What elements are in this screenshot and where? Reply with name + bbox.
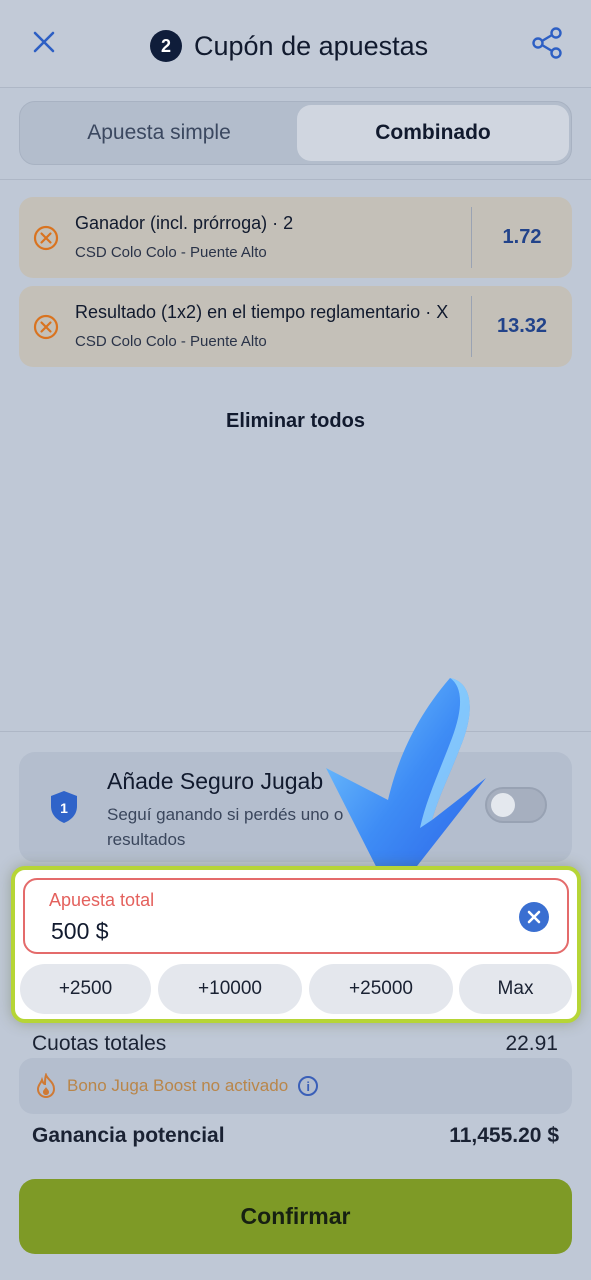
shield-icon: 1	[51, 791, 77, 823]
bet-count-badge: 2	[150, 30, 182, 62]
stake-label: Apuesta total	[49, 890, 155, 910]
quick-amount-button[interactable]: +10000	[158, 964, 302, 1014]
stake-input[interactable]: Apuesta total 500 $	[23, 878, 569, 954]
insurance-title: Añade Seguro Jugab	[107, 768, 324, 794]
share-button[interactable]	[528, 24, 566, 62]
stake-value[interactable]: 500 $	[51, 918, 109, 945]
stake-panel: Apuesta total 500 $ +2500 +10000 +25000 …	[11, 866, 581, 1023]
remove-selection-icon[interactable]	[33, 225, 59, 251]
bet-odds: 1.72	[502, 226, 542, 248]
bet-type-tabs: Apuesta simple Combinado	[19, 101, 572, 165]
info-icon[interactable]: i	[298, 1076, 319, 1096]
clear-stake-button[interactable]	[519, 902, 549, 932]
bet-odds: 13.32	[496, 315, 548, 337]
max-amount-button[interactable]: Max	[459, 964, 572, 1014]
bet-market: Resultado (1x2) en el tiempo reglamentar…	[75, 302, 449, 322]
total-odds-label: Cuotas totales	[32, 1032, 167, 1055]
quick-amount-button[interactable]: +25000	[309, 964, 453, 1014]
boost-banner: Bono Juga Boost no activado i	[19, 1058, 572, 1114]
delete-all-button[interactable]: Eliminar todos	[0, 410, 591, 433]
bet-match: CSD Colo Colo - Puente Alto	[75, 333, 267, 350]
potential-win-value: 11,455.20 $	[449, 1124, 559, 1147]
boost-text: Bono Juga Boost no activado	[67, 1076, 289, 1095]
page-title: Cupón de apuestas	[194, 30, 429, 61]
bet-selection: · X	[425, 302, 449, 322]
potential-win-label: Ganancia potencial	[32, 1124, 225, 1147]
divider	[0, 179, 591, 180]
bet-match: CSD Colo Colo - Puente Alto	[75, 244, 267, 261]
close-button[interactable]	[28, 26, 60, 58]
share-icon	[532, 27, 562, 59]
clear-icon	[527, 910, 541, 924]
shield-number: 1	[60, 800, 68, 816]
flame-icon	[36, 1073, 56, 1099]
title-group: 2 Cupón de apuestas	[150, 26, 428, 66]
bet-selection-card[interactable]: Resultado (1x2) en el tiempo reglamentar…	[19, 286, 572, 367]
bet-selection: · 2	[272, 213, 294, 233]
tab-apuesta-simple[interactable]: Apuesta simple	[23, 105, 295, 161]
close-icon	[33, 31, 55, 53]
bet-selection-card[interactable]: Ganador (incl. prórroga) · 2 CSD Colo Co…	[19, 197, 572, 278]
quick-amount-button[interactable]: +2500	[20, 964, 151, 1014]
confirm-button[interactable]: Confirmar	[19, 1179, 572, 1254]
tab-combinado[interactable]: Combinado	[297, 105, 569, 161]
total-odds-value: 22.91	[505, 1032, 558, 1055]
bet-market: Ganador (incl. prórroga) · 2	[75, 213, 294, 233]
remove-selection-icon[interactable]	[33, 314, 59, 340]
